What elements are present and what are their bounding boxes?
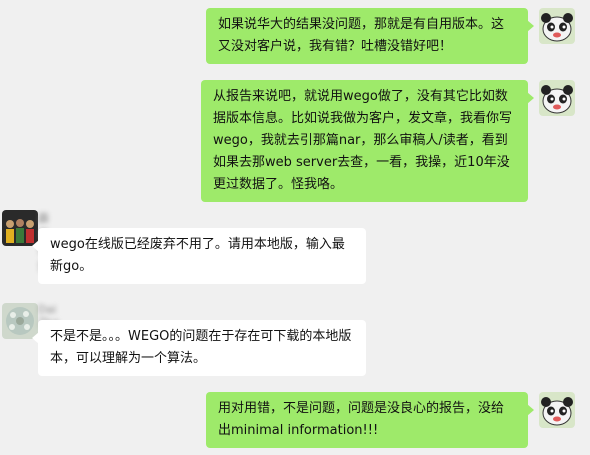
panda-avatar-icon xyxy=(539,8,575,44)
panda-avatar-icon xyxy=(539,392,575,428)
panda-avatar-icon xyxy=(539,80,575,116)
message-bubble[interactable]: 从报告来说吧，就说用wego做了，没有其它比如数据版本信息。比如说我做为客户，发… xyxy=(201,80,534,202)
avatar[interactable] xyxy=(539,80,575,116)
message-bubble[interactable]: 用对用错，不是问题，问题是没良心的报告，没给出minimal informati… xyxy=(206,392,534,448)
message-bubble[interactable]: 如果说华大的结果没问题，那就是有自用版本。这又没对客户说，我有错？吐槽没错好吧！ xyxy=(206,8,534,64)
avatar[interactable] xyxy=(539,8,575,44)
avatar[interactable] xyxy=(539,392,575,428)
message-bubble[interactable]: wego在线版已经废弃不用了。请用本地版，输入最新go。 xyxy=(32,228,366,284)
message-bubble[interactable]: 不是不是。。。WEGO的问题在于存在可下载的本地版本，可以理解为一个算法。 xyxy=(32,320,366,376)
